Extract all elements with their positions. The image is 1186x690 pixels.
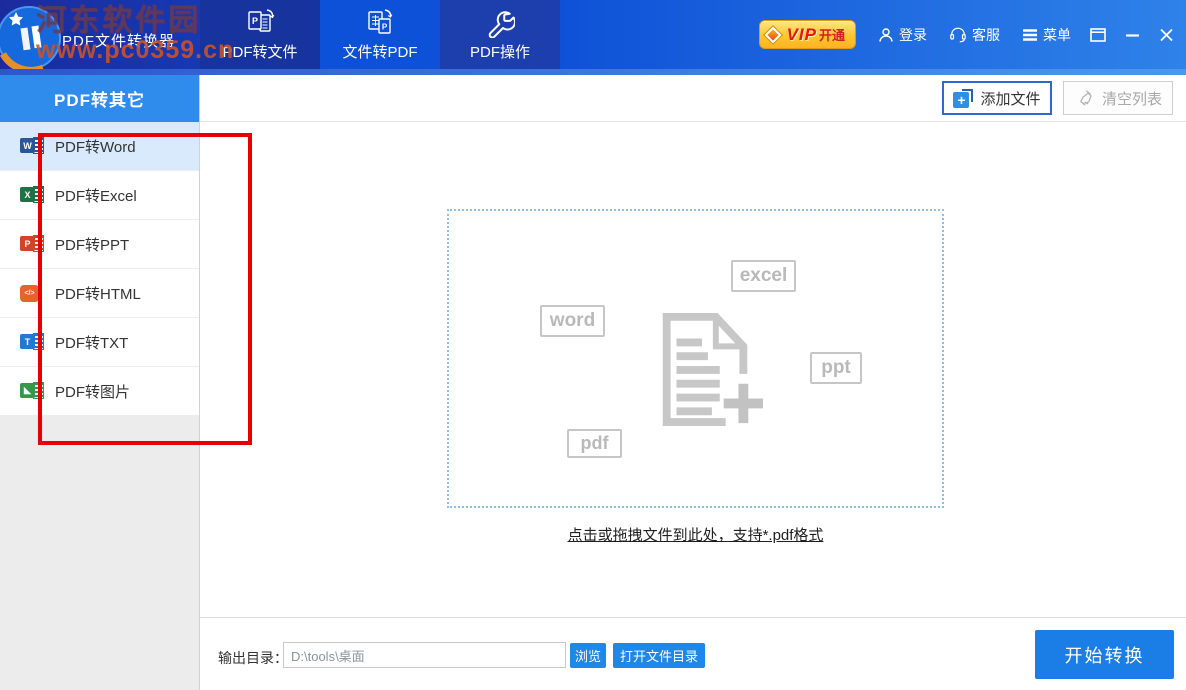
pdf-to-file-icon: P [248,8,275,32]
tab-pdf-to-file[interactable]: P PDF转文件 [200,0,320,69]
minimize-icon [1126,33,1139,37]
vip-upgrade-button[interactable]: VIP 开通 [758,20,856,49]
login-button[interactable]: 登录 [878,25,927,45]
pdf-format-tag: pdf [567,429,622,458]
sidebar-item-label: PDF转PPT [55,236,130,254]
badge-letter: W [20,138,35,153]
svg-text:P: P [252,16,258,26]
file-to-pdf-icon: P [368,8,393,34]
word-file-icon: W [20,136,46,156]
app-title: PDF文件转换器 [62,33,176,50]
customer-service-button[interactable]: 客服 [949,25,1000,45]
badge-letter: </> [20,285,39,302]
sidebar-item-pdf-to-word[interactable]: W PDF转Word [0,122,199,171]
tab-label: 文件转PDF [342,43,418,61]
image-file-icon: ◣ [20,381,46,401]
badge-letter: ◣ [20,383,35,398]
add-document-icon [662,312,764,427]
vip-sub-label: 开通 [818,28,845,43]
maximize-button[interactable] [1090,27,1106,42]
diamond-icon [764,26,782,43]
broom-icon [1080,89,1092,106]
file-dropzone[interactable]: word excel ppt pdf [447,209,944,508]
tab-label: PDF转文件 [222,43,298,61]
sidebar-item-label: PDF转Excel [55,187,137,205]
titlebar-actions: VIP 开通 登录 客服 菜单 [758,0,1174,69]
top-nav-tabs: P PDF转文件 P 文件转PDF PDF操作 [200,0,560,69]
menu-button[interactable]: 菜单 [1022,25,1071,45]
app-logo-icon [0,6,61,72]
file-toolbar: + 添加文件 清空列表 [200,75,1186,122]
sidebar-item-pdf-to-html[interactable]: </> PDF转HTML [0,269,199,318]
badge-letter: T [20,334,35,349]
tab-label: PDF操作 [469,43,530,61]
add-file-button[interactable]: + 添加文件 [942,81,1052,115]
svg-text:P: P [382,22,388,31]
menu-label: 菜单 [1043,26,1071,43]
sidebar-item-pdf-to-txt[interactable]: T PDF转TXT [0,318,199,367]
titlebar: PDF文件转换器 P PDF转文件 P 文件转PDF PDF操作 VIP 开通 … [0,0,1186,72]
login-label: 登录 [899,26,927,43]
tab-pdf-operations[interactable]: PDF操作 [440,0,560,69]
close-icon [1160,28,1173,41]
sidebar-item-label: PDF转Word [55,138,136,156]
word-format-tag: word [540,305,605,337]
ppt-file-icon: P [20,234,46,254]
badge-letter: X [20,187,35,202]
sidebar-item-pdf-to-ppt[interactable]: P PDF转PPT [0,220,199,269]
output-directory-label: 输出目录： [218,650,288,666]
clear-list-button[interactable]: 清空列表 [1063,81,1173,115]
sidebar-item-pdf-to-image[interactable]: ◣ PDF转图片 [0,367,199,416]
tab-file-to-pdf[interactable]: P 文件转PDF [320,0,440,69]
user-icon [879,27,893,42]
sidebar-item-label: PDF转HTML [55,285,141,303]
output-bar: 输出目录： 浏览 打开文件目录 开始转换 [200,617,1186,690]
hamburger-menu-icon [1023,28,1037,41]
sidebar-item-label: PDF转TXT [55,334,129,352]
wrench-icon [488,10,515,38]
excel-file-icon: X [20,185,46,205]
html-file-icon: </> [20,283,46,303]
sidebar-header: PDF转其它 [0,75,199,122]
sidebar-item-label: PDF转图片 [55,383,131,401]
close-button[interactable] [1159,28,1174,42]
browse-button[interactable]: 浏览 [570,643,606,668]
main-panel: + 添加文件 清空列表 word excel ppt pdf 点击或拖拽文件到此… [200,75,1186,690]
txt-file-icon: T [20,332,46,352]
open-file-directory-button[interactable]: 打开文件目录 [613,643,705,668]
ppt-format-tag: ppt [810,352,862,384]
service-label: 客服 [972,26,1000,43]
headset-icon [950,27,966,43]
start-convert-button[interactable]: 开始转换 [1035,630,1174,679]
add-file-label: 添加文件 [980,90,1041,108]
clear-list-label: 清空列表 [1101,90,1162,108]
vip-label: VIP [786,24,817,44]
sidebar: PDF转其它 W PDF转Word X PDF转Excel P PDF转PPT [0,75,200,690]
excel-format-tag: excel [731,260,796,292]
add-file-icon: + [953,88,974,108]
minimize-button[interactable] [1125,28,1140,42]
dropzone-hint: 点击或拖拽文件到此处，支持*.pdf格式 [567,527,824,544]
badge-letter: P [20,236,35,251]
maximize-icon [1090,27,1106,42]
sidebar-item-pdf-to-excel[interactable]: X PDF转Excel [0,171,199,220]
output-directory-input[interactable] [283,642,566,668]
app-window: PDF文件转换器 P PDF转文件 P 文件转PDF PDF操作 VIP 开通 … [0,0,1186,690]
